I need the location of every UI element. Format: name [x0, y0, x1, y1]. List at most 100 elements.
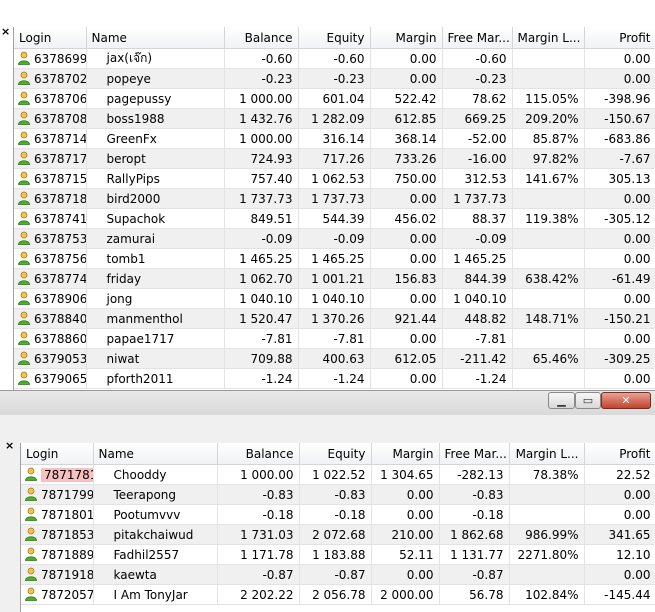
table-row[interactable]: 7871853 pitakchaiwud 1 731.03 2 072.68 210.0… — [21, 524, 655, 545]
column-header-margin[interactable]: Margin — [371, 443, 440, 465]
table-row[interactable]: 6378717 beropt 724.93 717.26 733.26 -16.00 97.… — [14, 148, 655, 169]
cell-login: 6378860 — [14, 328, 87, 349]
cell-name: bird2000 — [86, 188, 225, 209]
cell-equity: 2 056.78 — [299, 584, 372, 605]
cell-profit: -398.96 — [584, 88, 655, 109]
cell-margin: 1 304.65 — [371, 464, 440, 485]
cell-equity: 1 370.26 — [298, 308, 371, 329]
table-row[interactable]: 6378715 RallyPips 757.40 1 062.53 750.00 312.… — [14, 168, 655, 189]
cell-margin: 156.83 — [370, 268, 443, 289]
cell-free-margin: -0.23 — [442, 68, 513, 89]
column-header-free-margin[interactable]: Free Mar... — [442, 27, 513, 49]
cell-margin-level — [512, 228, 585, 249]
column-header-balance[interactable]: Balance — [217, 443, 300, 465]
cell-free-margin: -211.42 — [442, 348, 513, 369]
table-row[interactable]: 6378741 Supachok 849.51 544.39 456.02 88.37 11… — [14, 208, 655, 229]
table-row[interactable]: 6378706 pagepussy 1 000.00 601.04 522.42 78.6… — [14, 88, 655, 109]
table-row[interactable]: 6378753 zamurai -0.09 -0.09 0.00 -0.09 0.00 — [14, 228, 655, 249]
cell-free-margin: 1 465.25 — [442, 248, 513, 269]
cell-margin: 0.00 — [370, 188, 443, 209]
user-icon — [24, 507, 38, 521]
login-text: 6378717 — [34, 152, 86, 166]
cell-margin-level: 141.67% — [512, 168, 585, 189]
table-row[interactable]: 6378718 bird2000 1 737.73 1 737.73 0.00 1 737… — [14, 188, 655, 209]
cell-equity: -0.23 — [298, 68, 371, 89]
cell-profit: -305.12 — [584, 208, 655, 229]
column-header-margin-level[interactable]: Margin L... — [512, 27, 585, 49]
login-text: 6379053 — [34, 352, 86, 366]
cell-login: 6378906 — [14, 288, 87, 309]
table-row[interactable]: 6378860 papae1717 -7.81 -7.81 0.00 -7.81 0.00 — [14, 328, 655, 349]
column-header-profit[interactable]: Profit — [584, 27, 655, 49]
cell-profit: 0.00 — [584, 228, 655, 249]
cell-margin-level — [512, 188, 585, 209]
column-header-margin[interactable]: Margin — [370, 27, 443, 49]
cell-free-margin: 88.37 — [442, 208, 513, 229]
window-title-bar[interactable]: ▁ ▭ ✕ — [0, 391, 655, 415]
cell-margin-level: 115.05% — [512, 88, 585, 109]
close-icon[interactable]: × — [5, 440, 15, 451]
column-header-margin-level[interactable]: Margin L... — [509, 443, 585, 465]
close-icon[interactable]: × — [1, 26, 11, 37]
cell-margin-level: 85.87% — [512, 128, 585, 149]
cell-equity: -0.87 — [299, 564, 372, 585]
cell-login: 6378715 — [14, 168, 87, 189]
cell-free-margin: -16.00 — [442, 148, 513, 169]
cell-name: Chooddy — [93, 464, 218, 485]
cell-profit: 0.00 — [584, 188, 655, 209]
cell-profit: 341.65 — [584, 524, 655, 545]
maximize-icon: ▭ — [582, 394, 594, 407]
column-header-profit[interactable]: Profit — [584, 443, 655, 465]
column-header-login[interactable]: Login — [21, 443, 94, 465]
table-row[interactable]: 6378906 jong 1 040.10 1 040.10 0.00 1 040.10 0… — [14, 288, 655, 309]
cell-margin: 0.00 — [371, 504, 440, 525]
cell-profit: 22.52 — [584, 464, 655, 485]
table-row[interactable]: 6378774 friday 1 062.70 1 001.21 156.83 844.3… — [14, 268, 655, 289]
minimize-button[interactable]: ▁ — [548, 392, 575, 409]
top-accounts-rows: 6378699 jax(เจ๊ก) -0.60 -0.60 0.00 -0.60 0.00 6… — [14, 48, 655, 389]
column-header-equity[interactable]: Equity — [298, 27, 371, 49]
login-text: 6378699 — [34, 52, 86, 66]
cell-profit: 0.00 — [584, 504, 655, 525]
cell-equity: -0.60 — [298, 48, 371, 69]
column-header-login[interactable]: Login — [14, 27, 87, 49]
table-row[interactable]: 6378699 jax(เจ๊ก) -0.60 -0.60 0.00 -0.60 0.00 — [14, 48, 655, 69]
column-header-name[interactable]: Name — [93, 443, 218, 465]
user-icon — [17, 311, 31, 325]
table-row[interactable]: 6378708 boss1988 1 432.76 1 282.09 612.85 669… — [14, 108, 655, 129]
cell-login: 7871781 — [21, 464, 94, 485]
cell-free-margin: -0.83 — [439, 484, 510, 505]
cell-equity: 1 062.53 — [298, 168, 371, 189]
table-row[interactable]: 6378756 tomb1 1 465.25 1 465.25 0.00 1 465.25… — [14, 248, 655, 269]
column-header-name[interactable]: Name — [86, 27, 225, 49]
table-row[interactable]: 7871801 Pootumvvv -0.18 -0.18 0.00 -0.18 0.00 — [21, 504, 655, 525]
cell-free-margin: 448.82 — [442, 308, 513, 329]
table-row[interactable]: 7872057 I Am TonyJar 2 202.22 2 056.78 2 000… — [21, 584, 655, 605]
table-row[interactable]: 6379065 pforth2011 -1.24 -1.24 0.00 -1.24 0.00 — [14, 368, 655, 389]
cell-balance: 1 465.25 — [224, 248, 299, 269]
table-row[interactable]: 7871889 Fadhil2557 1 171.78 1 183.88 52.11 1 … — [21, 544, 655, 565]
close-window-icon: ✕ — [621, 394, 631, 407]
table-row[interactable]: 6378702 popeye -0.23 -0.23 0.00 -0.23 0.00 — [14, 68, 655, 89]
column-header-free-margin[interactable]: Free Mar... — [439, 443, 510, 465]
table-row[interactable]: 7871781 Chooddy 1 000.00 1 022.52 1 304.65 -2… — [21, 464, 655, 485]
table-row[interactable]: 7871799 Teerapong -0.83 -0.83 0.00 -0.83 0.00 — [21, 484, 655, 505]
maximize-button[interactable]: ▭ — [575, 392, 601, 409]
table-row[interactable]: 7871918 kaewta -0.87 -0.87 0.00 -0.87 0.00 — [21, 564, 655, 585]
bottom-accounts-window: ▁ ▭ ✕ × Login Name Balance Equity Margin… — [0, 390, 655, 612]
user-icon — [17, 171, 31, 185]
table-row[interactable]: 6378840 manmenthol 1 520.47 1 370.26 921.44 4… — [14, 308, 655, 329]
cell-name: Teerapong — [93, 484, 218, 505]
cell-login: 6379065 — [14, 368, 87, 389]
cell-login: 6378702 — [14, 68, 87, 89]
cell-name: beropt — [86, 148, 225, 169]
close-window-button[interactable]: ✕ — [601, 392, 651, 409]
column-header-equity[interactable]: Equity — [299, 443, 372, 465]
table-row[interactable]: 6379053 niwat 709.88 400.63 612.05 -211.42 65.… — [14, 348, 655, 369]
user-icon — [17, 351, 31, 365]
cell-equity: 400.63 — [298, 348, 371, 369]
column-header-balance[interactable]: Balance — [224, 27, 299, 49]
cell-margin-level: 102.84% — [509, 584, 585, 605]
table-row[interactable]: 6378714 GreenFx 1 000.00 316.14 368.14 -52.00… — [14, 128, 655, 149]
cell-equity: -7.81 — [298, 328, 371, 349]
